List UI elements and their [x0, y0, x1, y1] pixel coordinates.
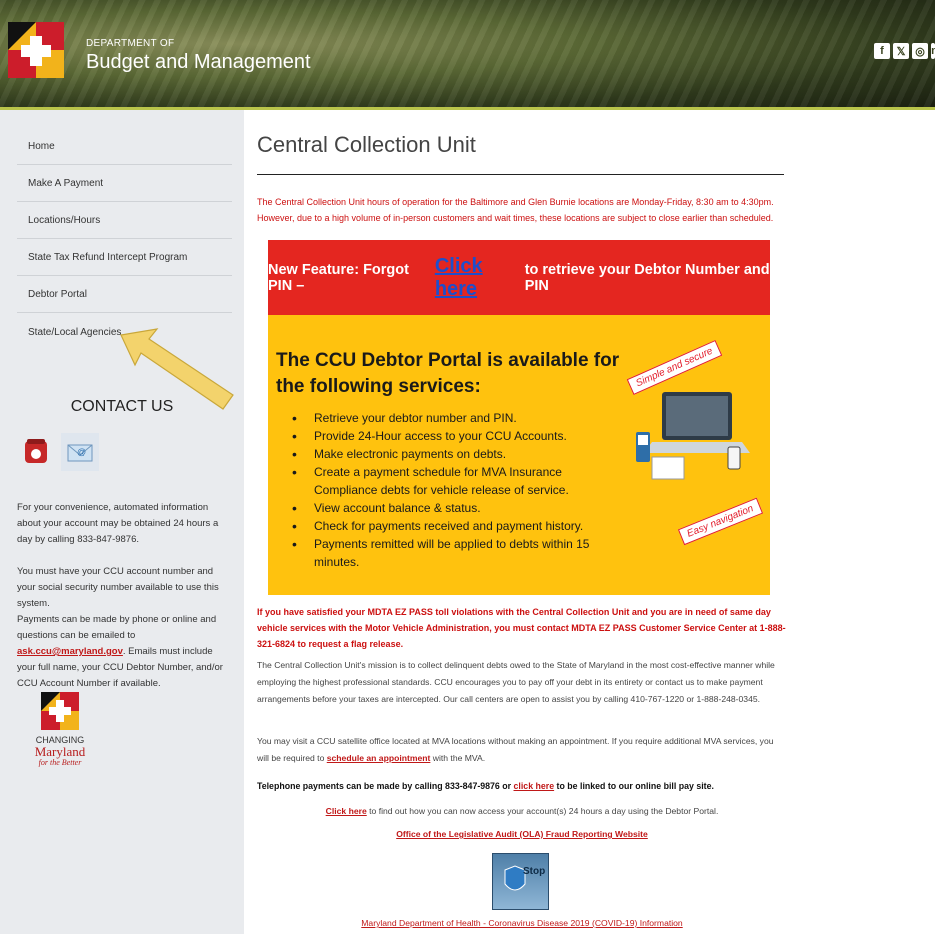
sidebar-item-tax-refund-intercept[interactable]: State Tax Refund Intercept Program [17, 240, 232, 276]
account-requirement-text: You must have your CCU account number an… [17, 566, 219, 609]
list-item: Provide 24-Hour access to your CCU Accou… [288, 427, 618, 445]
telephone-payments-text: Telephone payments can be made by callin… [257, 781, 714, 791]
easy-navigation-tag: Easy navigation [677, 497, 763, 546]
email-link[interactable]: ask.ccu@maryland.gov [17, 646, 123, 657]
svg-text:@: @ [77, 447, 86, 457]
list-item: Check for payments received and payment … [288, 517, 618, 535]
forgot-pin-banner: New Feature: Forgot PIN – Click here to … [268, 240, 770, 315]
portal-services-panel: The CCU Debtor Portal is available for t… [268, 315, 770, 595]
list-item: Create a payment schedule for MVA Insura… [288, 463, 618, 499]
email-icon[interactable]: @ [61, 433, 99, 471]
sidebar-item-locations-hours[interactable]: Locations/Hours [17, 203, 232, 239]
site-header: DEPARTMENT OF Budget and Management f 𝕏 … [0, 0, 935, 110]
facebook-icon[interactable]: f [874, 43, 890, 59]
services-list: Retrieve your debtor number and PIN. Pro… [288, 409, 618, 571]
portal-access-text: Click here to find out how you can now a… [325, 806, 719, 816]
page-title: Central Collection Unit [257, 132, 476, 157]
mva-text: You may visit a CCU satellite office loc… [257, 736, 774, 763]
automated-info-text: For your convenience, automated informat… [17, 502, 219, 545]
stop-fraud-badge[interactable]: Stop fraud [492, 853, 573, 910]
list-item: Retrieve your debtor number and PIN. [288, 409, 618, 427]
list-item: View account balance & status. [288, 499, 618, 517]
schedule-appointment-link[interactable]: schedule an appointment [327, 753, 431, 763]
sidebar-item-make-a-payment[interactable]: Make A Payment [17, 166, 232, 202]
changing-maryland-logo[interactable]: CHANGING Maryland for the Better [30, 692, 90, 782]
logo-text-tagline: for the Better [38, 758, 82, 767]
list-item: Payments remitted will be applied to deb… [288, 535, 618, 571]
forgot-pin-text-rest: to retrieve your Debtor Number and PIN [524, 261, 770, 294]
mission-text: The Central Collection Unit's mission is… [257, 660, 775, 704]
hours-notice: The Central Collection Unit hours of ope… [257, 197, 774, 223]
laptop-icon [636, 392, 750, 480]
ezpass-notice: If you have satisfied your MDTA EZ PASS … [257, 607, 786, 649]
ola-link-row: Office of the Legislative Audit (OLA) Fr… [257, 829, 787, 839]
maryland-flag-logo[interactable] [8, 22, 64, 78]
stop-fraud-text: Stop fraud [523, 866, 548, 877]
covid-info-link[interactable]: Maryland Department of Health - Coronavi… [361, 918, 682, 928]
x-icon[interactable]: 𝕏 [893, 43, 909, 59]
forgot-pin-link[interactable]: Click here [435, 255, 521, 301]
phone-icon[interactable] [17, 433, 55, 471]
site-title[interactable]: Budget and Management [86, 51, 311, 74]
list-item: Make electronic payments on debts. [288, 445, 618, 463]
sidebar-item-debtor-portal[interactable]: Debtor Portal [17, 277, 232, 313]
contact-icons: @ [17, 433, 99, 471]
payments-email-text: Payments can be made by phone or online … [17, 614, 223, 689]
bill-pay-link[interactable]: click here [514, 781, 555, 791]
logo-text-maryland: Maryland [34, 744, 86, 759]
linkedin-icon[interactable]: in [931, 43, 935, 59]
debtor-portal-banner: New Feature: Forgot PIN – Click here to … [268, 240, 770, 595]
contact-us-heading: CONTACT US [70, 398, 174, 415]
dept-label: DEPARTMENT OF [86, 38, 175, 49]
instagram-icon[interactable]: ◎ [912, 43, 928, 59]
covid-link-row: Maryland Department of Health - Coronavi… [257, 918, 787, 928]
forgot-pin-text: New Feature: Forgot PIN – [268, 261, 409, 294]
ola-fraud-link[interactable]: Office of the Legislative Audit (OLA) Fr… [396, 829, 648, 839]
title-divider [257, 174, 784, 175]
sidebar-item-home[interactable]: Home [17, 129, 232, 165]
portal-services-title: The CCU Debtor Portal is available for t… [276, 350, 620, 397]
debtor-portal-link[interactable]: Click here [326, 806, 367, 816]
